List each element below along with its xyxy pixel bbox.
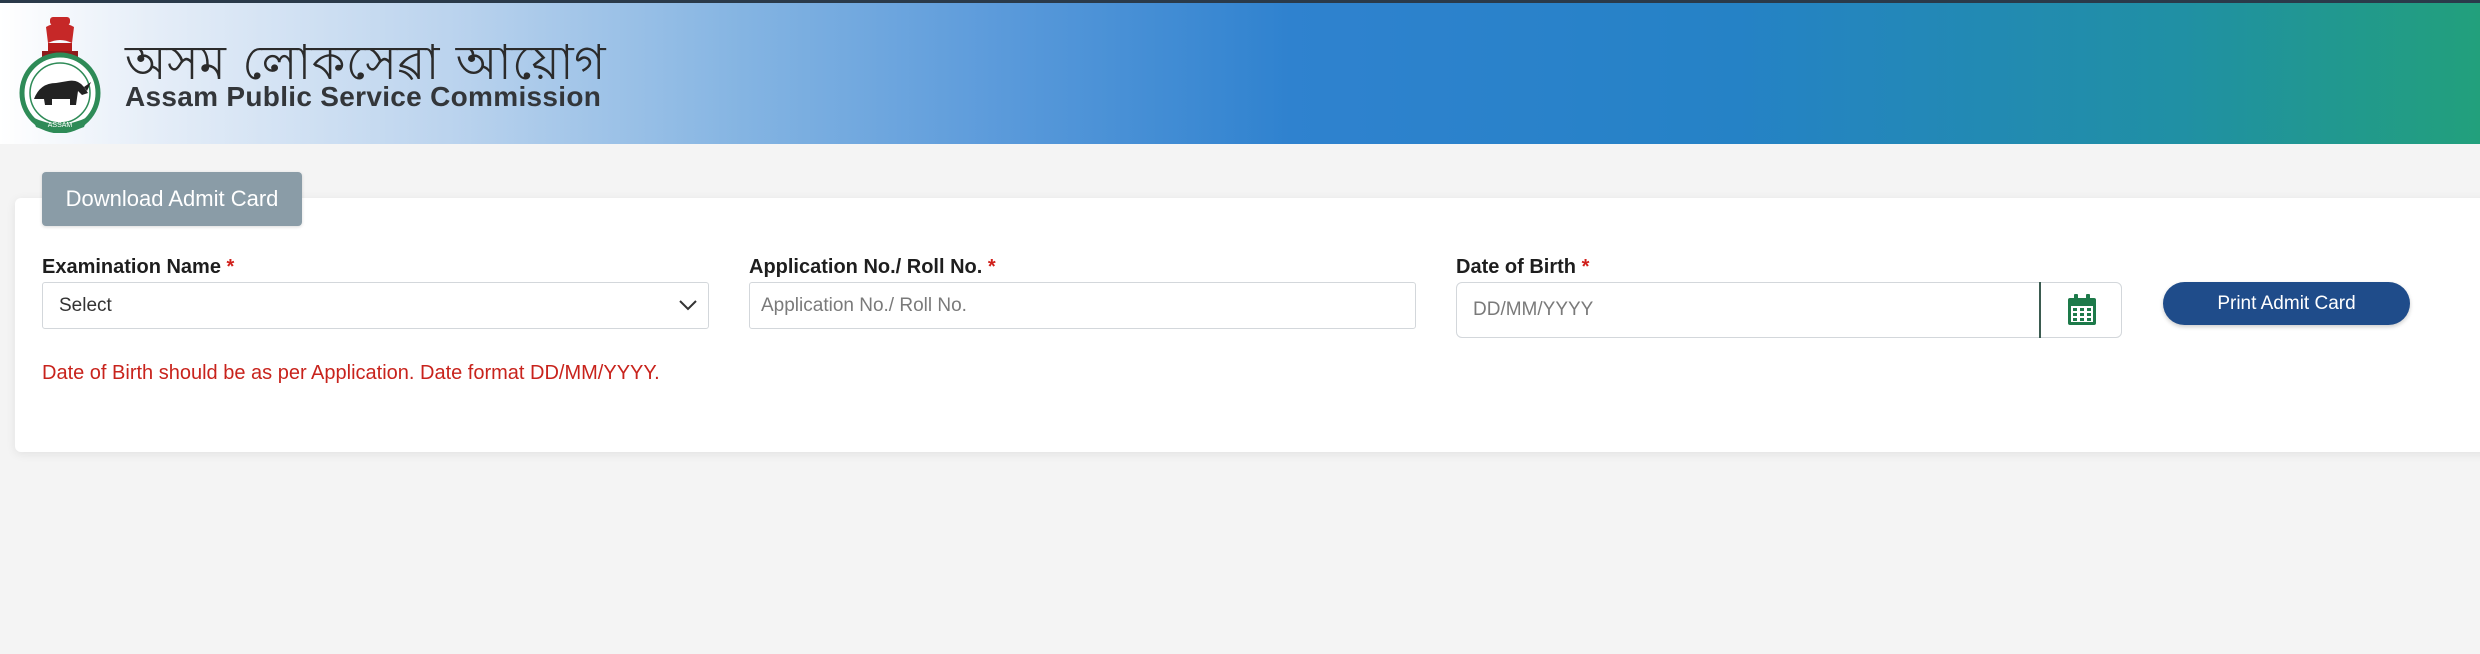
roll-no-label: Application No./ Roll No. * bbox=[749, 256, 996, 279]
roll-no-input[interactable] bbox=[750, 283, 1415, 328]
download-admit-card-tab[interactable]: Download Admit Card bbox=[42, 172, 302, 226]
required-marker: * bbox=[226, 256, 235, 278]
logo-text: ASSAM bbox=[48, 122, 73, 129]
dob-label: Date of Birth * bbox=[1456, 256, 1589, 279]
exam-name-selected-value: Select bbox=[59, 295, 112, 316]
roll-no-label-text: Application No./ Roll No. bbox=[749, 256, 983, 278]
calendar-button[interactable] bbox=[2039, 282, 2123, 338]
required-marker: * bbox=[987, 256, 996, 278]
exam-name-select[interactable]: Select bbox=[42, 282, 709, 329]
dob-label-text: Date of Birth bbox=[1456, 256, 1576, 278]
chevron-down-icon bbox=[679, 300, 697, 311]
site-title-english: Assam Public Service Commission bbox=[125, 81, 602, 112]
state-emblem-icon: ASSAM bbox=[19, 17, 101, 133]
print-admit-card-button[interactable]: Print Admit Card bbox=[2163, 282, 2410, 325]
exam-name-label: Examination Name * bbox=[42, 256, 234, 279]
dob-input[interactable] bbox=[1457, 283, 2039, 337]
site-header: ASSAM অসম লোকসেৱা আয়োগ Assam Public Ser… bbox=[0, 3, 2480, 144]
required-marker: * bbox=[1581, 256, 1590, 278]
exam-name-label-text: Examination Name bbox=[42, 256, 221, 278]
calendar-icon bbox=[2068, 294, 2096, 325]
dob-format-hint: Date of Birth should be as per Applicati… bbox=[42, 362, 660, 384]
roll-no-field bbox=[749, 282, 1416, 329]
dob-field bbox=[1456, 282, 2122, 338]
